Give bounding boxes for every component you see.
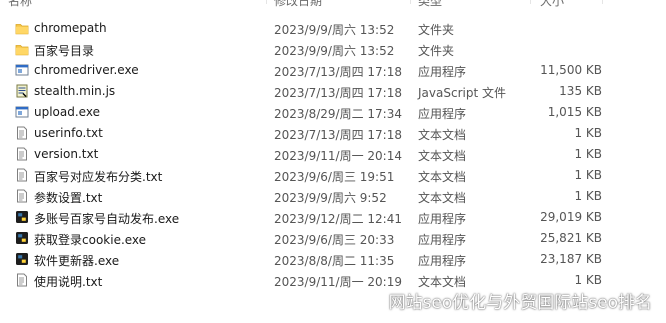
file-size: 29,019 KB — [540, 210, 602, 224]
file-size: 1 KB — [574, 147, 602, 161]
text-file-icon — [17, 126, 27, 140]
file-date: 2023/9/9/周六 9:52 — [274, 191, 387, 205]
file-name: stealth.min.js — [34, 84, 116, 98]
file-row[interactable]: userinfo.txt 2023/7/13/周四 17:18 文本文档 1 KB — [0, 123, 666, 144]
file-size: 1 KB — [574, 168, 602, 182]
file-name: 百家号对应发布分类.txt — [34, 170, 163, 184]
file-date: 2023/7/13/周四 17:18 — [274, 128, 402, 142]
file-size: 1 KB — [574, 189, 602, 203]
column-header-type[interactable]: 类型 — [418, 0, 442, 9]
file-row[interactable]: chromepath 2023/9/9/周六 13:52 文件夹 — [0, 18, 666, 39]
column-divider[interactable] — [266, 0, 267, 4]
column-header-date[interactable]: 修改日期 — [274, 0, 322, 9]
file-type: 文本文档 — [418, 191, 467, 205]
file-type: 应用程序 — [418, 107, 467, 121]
file-date: 2023/9/9/周六 13:52 — [274, 23, 395, 37]
column-header: 名称 修改日期 类型 大小 — [0, 0, 666, 9]
file-row[interactable]: version.txt 2023/9/11/周一 20:14 文本文档 1 KB — [0, 144, 666, 165]
file-size: 25,821 KB — [540, 231, 602, 245]
watermark-text: 网站seo优化与外贸国际站seo排名 — [388, 292, 652, 313]
column-divider[interactable] — [602, 0, 603, 4]
file-type: 文本文档 — [418, 170, 467, 184]
file-name: 多账号百家号自动发布.exe — [34, 212, 180, 226]
file-type: 文本文档 — [418, 128, 467, 142]
text-file-icon — [17, 273, 27, 287]
file-name: 软件更新器.exe — [34, 254, 120, 268]
file-type: 文件夹 — [418, 23, 455, 37]
folder-icon — [15, 24, 29, 35]
file-date: 2023/9/6/周三 19:51 — [274, 170, 395, 184]
file-date: 2023/9/11/周一 20:19 — [274, 275, 402, 289]
python-exe-icon — [16, 211, 28, 223]
file-row[interactable]: upload.exe 2023/8/29/周二 17:34 应用程序 1,015 KB — [0, 102, 666, 123]
file-size: 1 KB — [574, 126, 602, 140]
column-header-name[interactable]: 名称 — [8, 0, 32, 9]
file-date: 2023/9/6/周三 20:33 — [274, 233, 395, 247]
file-name: 百家号目录 — [34, 44, 95, 58]
file-type: 应用程序 — [418, 233, 467, 247]
file-name: version.txt — [34, 147, 99, 161]
file-name: 参数设置.txt — [34, 191, 103, 205]
file-date: 2023/9/9/周六 13:52 — [274, 44, 395, 58]
exe-window-icon — [15, 106, 29, 118]
file-name: userinfo.txt — [34, 126, 103, 140]
python-exe-icon — [16, 232, 28, 244]
file-row[interactable]: 获取登录cookie.exe 2023/9/6/周三 20:33 应用程序 25,82… — [0, 228, 666, 249]
column-header-size[interactable]: 大小 — [540, 0, 564, 9]
file-size: 11,500 KB — [540, 63, 602, 77]
file-row[interactable]: 参数设置.txt 2023/9/9/周六 9:52 文本文档 1 KB — [0, 186, 666, 207]
file-date: 2023/7/13/周四 17:18 — [274, 65, 402, 79]
file-size: 1,015 KB — [547, 105, 602, 119]
exe-window-icon — [15, 64, 29, 76]
folder-icon — [15, 45, 29, 56]
file-row[interactable]: 百家号对应发布分类.txt 2023/9/6/周三 19:51 文本文档 1 KB — [0, 165, 666, 186]
file-name: chromedriver.exe — [34, 63, 139, 77]
watermark: 网站seo优化与外贸国际站seo排名 — [357, 289, 652, 313]
text-file-icon — [17, 189, 27, 203]
file-date: 2023/9/11/周一 20:14 — [274, 149, 402, 163]
file-row[interactable]: chromedriver.exe 2023/7/13/周四 17:18 应用程序 11… — [0, 60, 666, 81]
file-row[interactable]: stealth.min.js 2023/7/13/周四 17:18 JavaScri… — [0, 81, 666, 102]
wechat-icon — [357, 290, 382, 310]
file-row[interactable]: 多账号百家号自动发布.exe 2023/9/12/周二 12:41 应用程序 29,0… — [0, 207, 666, 228]
file-row[interactable]: 软件更新器.exe 2023/8/8/周二 11:35 应用程序 23,187 KB — [0, 249, 666, 270]
column-divider[interactable] — [410, 0, 411, 4]
file-type: 应用程序 — [418, 254, 467, 268]
file-date: 2023/8/29/周二 17:34 — [274, 107, 402, 121]
file-date: 2023/9/12/周二 12:41 — [274, 212, 402, 226]
file-name: chromepath — [34, 21, 107, 35]
file-size: 23,187 KB — [540, 252, 602, 266]
script-icon — [16, 84, 28, 98]
file-date: 2023/7/13/周四 17:18 — [274, 86, 402, 100]
file-name: upload.exe — [34, 105, 100, 119]
file-size: 1 KB — [574, 273, 602, 287]
file-type: JavaScript 文件 — [418, 86, 506, 100]
file-name: 使用说明.txt — [34, 275, 103, 289]
file-list: chromepath 2023/9/9/周六 13:52 文件夹 百家号目录 2023/… — [0, 18, 666, 291]
python-exe-icon — [16, 253, 28, 265]
file-type: 文本文档 — [418, 149, 467, 163]
text-file-icon — [17, 147, 27, 161]
file-type: 应用程序 — [418, 212, 467, 226]
file-date: 2023/8/8/周二 11:35 — [274, 254, 395, 268]
column-divider[interactable] — [530, 0, 531, 4]
file-type: 文件夹 — [418, 44, 455, 58]
file-row[interactable]: 百家号目录 2023/9/9/周六 13:52 文件夹 — [0, 39, 666, 60]
text-file-icon — [17, 168, 27, 182]
file-name: 获取登录cookie.exe — [34, 233, 147, 247]
file-type: 应用程序 — [418, 65, 467, 79]
file-size: 135 KB — [559, 84, 602, 98]
